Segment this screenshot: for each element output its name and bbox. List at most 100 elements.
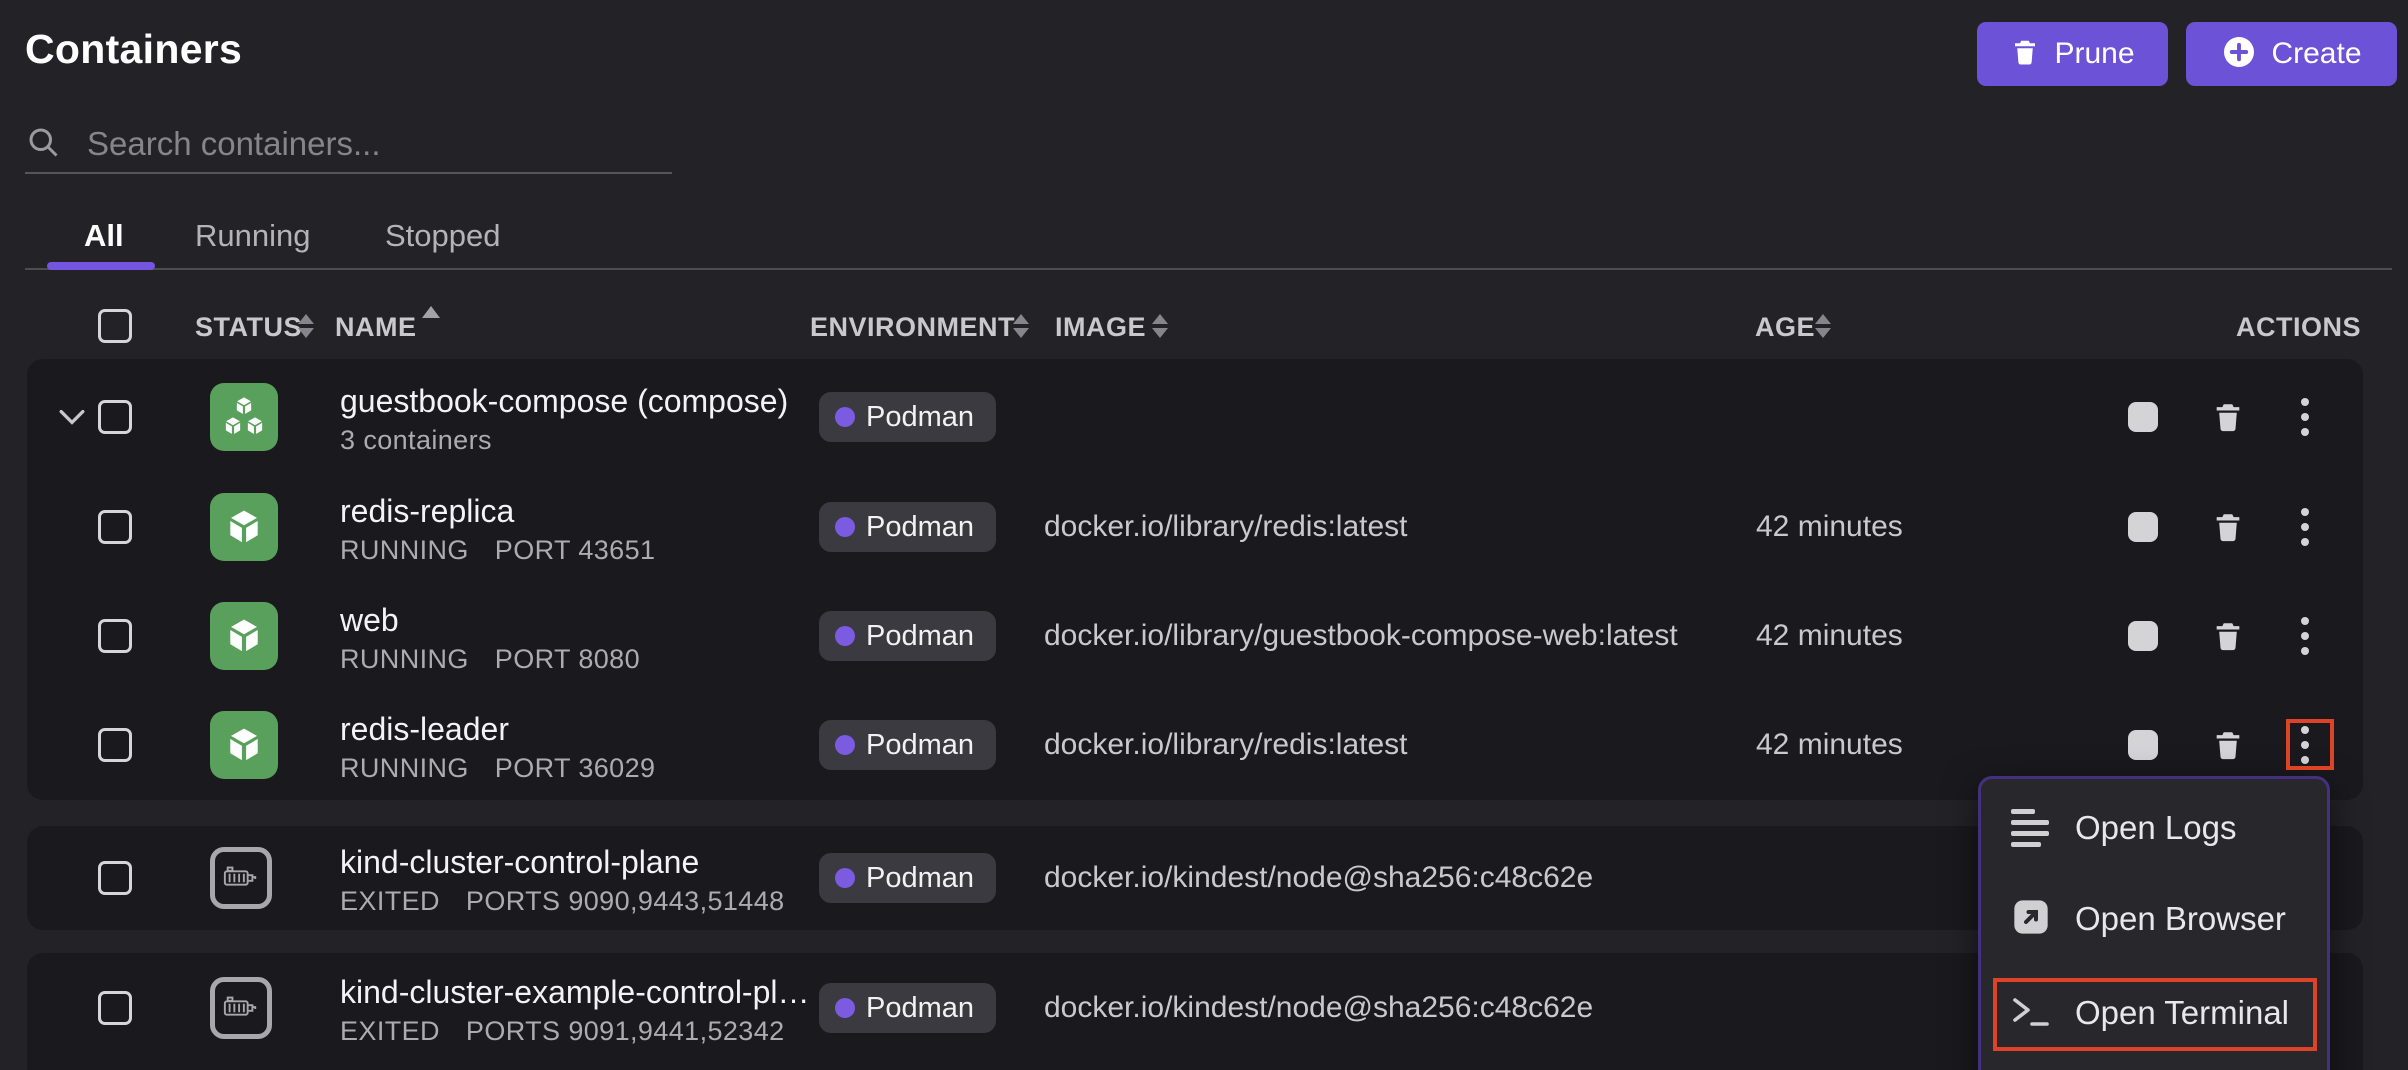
podman-dot-icon	[835, 626, 855, 646]
table-row-redis-replica[interactable]: redis-replica RUNNINGPORT 43651 Podman d…	[27, 472, 2363, 582]
container-state: EXITED	[340, 882, 440, 920]
container-state: RUNNING	[340, 749, 469, 787]
container-ports: PORT 8080	[495, 640, 640, 678]
exited-container-icon	[210, 847, 272, 909]
tab-all[interactable]: All	[84, 218, 124, 254]
menu-item-open-logs[interactable]: Open Logs	[2011, 804, 2236, 852]
more-actions-button[interactable]	[2281, 503, 2329, 551]
image-name: docker.io/library/guestbook-compose-web:…	[1044, 581, 1678, 691]
container-name: guestbook-compose (compose)	[340, 381, 788, 421]
container-name-block: guestbook-compose (compose) 3 containers	[340, 362, 788, 472]
table-row-web[interactable]: web RUNNING PORT 8080 Podman docker.io/li…	[27, 581, 2363, 691]
environment-label: Podman	[866, 620, 974, 653]
container-ports: PORT 43651	[495, 531, 656, 569]
exited-container-icon	[210, 977, 272, 1039]
row-checkbox[interactable]	[98, 991, 132, 1025]
container-name-block: web RUNNING PORT 8080	[340, 581, 640, 691]
delete-button[interactable]	[2204, 503, 2252, 551]
podman-dot-icon	[835, 735, 855, 755]
environment-badge: Podman	[819, 853, 996, 903]
environment-label: Podman	[866, 401, 974, 434]
search-input[interactable]	[85, 124, 629, 164]
running-container-icon	[210, 711, 278, 779]
more-actions-button[interactable]	[2281, 612, 2329, 660]
sort-image-icon[interactable]	[1152, 314, 1168, 338]
trash-icon	[2211, 726, 2245, 764]
age-value: 42 minutes	[1756, 690, 1903, 800]
active-tab-underline	[47, 262, 155, 270]
stop-button[interactable]	[2119, 612, 2167, 660]
image-name: docker.io/library/redis:latest	[1044, 472, 1408, 582]
trash-icon	[2211, 398, 2245, 436]
logs-icon	[2011, 809, 2051, 847]
environment-label: Podman	[866, 992, 974, 1025]
stop-button[interactable]	[2119, 503, 2167, 551]
podman-dot-icon	[835, 868, 855, 888]
container-count: 3 containers	[340, 421, 492, 459]
stop-icon	[2128, 512, 2158, 542]
annotation-box-open-terminal	[1993, 978, 2317, 1051]
delete-button[interactable]	[2204, 393, 2252, 441]
header-actions: ACTIONS	[2236, 312, 2361, 343]
container-state: RUNNING	[340, 531, 469, 569]
stop-icon	[2128, 621, 2158, 651]
plus-circle-icon	[2221, 34, 2257, 75]
row-checkbox[interactable]	[98, 619, 132, 653]
running-container-icon	[210, 493, 278, 561]
kebab-icon	[2301, 617, 2309, 655]
environment-label: Podman	[866, 862, 974, 895]
image-name: docker.io/library/redis:latest	[1044, 690, 1408, 800]
stop-icon	[2128, 402, 2158, 432]
stop-button[interactable]	[2119, 721, 2167, 769]
select-all-checkbox[interactable]	[98, 309, 132, 343]
environment-label: Podman	[866, 511, 974, 544]
tab-running[interactable]: Running	[195, 218, 310, 254]
row-checkbox[interactable]	[98, 510, 132, 544]
container-state: RUNNING	[340, 640, 469, 678]
search-icon	[25, 124, 61, 165]
running-container-icon	[210, 602, 278, 670]
environment-badge: Podman	[819, 611, 996, 661]
kebab-icon	[2301, 508, 2309, 546]
tab-stopped[interactable]: Stopped	[385, 218, 501, 254]
sort-age-icon[interactable]	[1815, 314, 1831, 338]
delete-button[interactable]	[2204, 721, 2252, 769]
create-button[interactable]: Create	[2186, 22, 2397, 86]
compose-group-icon	[210, 383, 278, 451]
menu-item-open-browser[interactable]: Open Browser	[2011, 895, 2286, 943]
prune-button[interactable]: Prune	[1977, 22, 2168, 86]
container-name-block: redis-replica RUNNINGPORT 43651	[340, 472, 655, 582]
sort-status-icon[interactable]	[298, 314, 314, 338]
row-checkbox[interactable]	[98, 861, 132, 895]
container-state: EXITED	[340, 1012, 440, 1050]
image-name: docker.io/kindest/node@sha256:c48c62e	[1044, 826, 1593, 930]
container-name: web	[340, 600, 640, 640]
podman-dot-icon	[835, 998, 855, 1018]
age-value: 42 minutes	[1756, 581, 1903, 691]
delete-button[interactable]	[2204, 612, 2252, 660]
chevron-down-icon[interactable]	[59, 362, 85, 472]
container-ports: PORTS 9090,9443,51448	[466, 882, 785, 920]
sort-environment-icon[interactable]	[1013, 314, 1029, 338]
external-link-icon	[2011, 897, 2051, 942]
search-bar	[25, 116, 672, 174]
more-actions-button[interactable]	[2281, 393, 2329, 441]
header-status: STATUS	[195, 312, 302, 343]
podman-dot-icon	[835, 517, 855, 537]
menu-item-label: Open Browser	[2075, 900, 2286, 938]
container-name-block: redis-leader RUNNINGPORT 36029	[340, 690, 655, 800]
environment-badge: Podman	[819, 983, 996, 1033]
environment-badge: Podman	[819, 502, 996, 552]
sort-name-icon[interactable]	[422, 306, 440, 318]
table-row-compose-group[interactable]: guestbook-compose (compose) 3 containers…	[27, 362, 2363, 472]
row-checkbox[interactable]	[98, 728, 132, 762]
containers-page: Containers Prune Create All Running Stop…	[0, 0, 2408, 1070]
header-image: IMAGE	[1055, 312, 1146, 343]
create-button-label: Create	[2271, 37, 2361, 71]
stop-button[interactable]	[2119, 393, 2167, 441]
row-checkbox[interactable]	[98, 400, 132, 434]
container-ports: PORTS 9091,9441,52342	[466, 1012, 785, 1050]
container-ports: PORT 36029	[495, 749, 656, 787]
tabs-divider	[25, 268, 2392, 270]
page-title: Containers	[25, 26, 242, 73]
